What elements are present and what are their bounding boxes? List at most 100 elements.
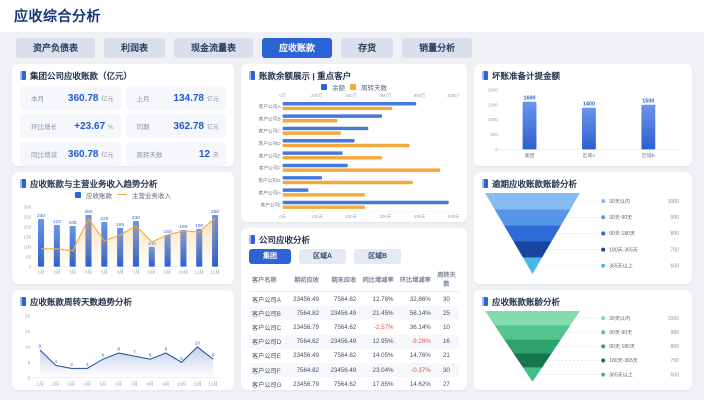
table-header-row: 客户名称期初应收期末应收同比增减率环比增减率周转天数 [249, 267, 459, 292]
panel-marker-icon [20, 71, 26, 80]
svg-text:600: 600 [671, 372, 680, 378]
svg-text:400万: 400万 [345, 93, 357, 99]
svg-text:6: 6 [212, 353, 215, 359]
svg-text:30天以内: 30天以内 [609, 198, 630, 205]
svg-text:客户公司C: 客户公司C [259, 128, 282, 135]
report-tab-资产负债表[interactable]: 资产负债表 [16, 38, 95, 58]
kpi-value: 360.78 [68, 93, 99, 104]
svg-text:12月: 12月 [208, 381, 217, 387]
trend-panel: 应收账款与主营业务收入趋势分析 应收账款 主营业务收入 050100150200… [12, 172, 234, 284]
right-column: 坏账准备计提金额 05001000150020001600集团1400区域A15… [474, 64, 692, 390]
svg-text:700: 700 [671, 247, 680, 253]
svg-text:4月: 4月 [85, 270, 92, 276]
column-header: 期末应收 [322, 267, 359, 292]
balance-series-label: 余额 [332, 82, 345, 92]
kpi-label: 同期 [133, 121, 150, 131]
kpi-panel-title: 集团公司应收账款（亿元） [20, 70, 226, 81]
svg-text:2月: 2月 [52, 381, 59, 387]
line-series-swatch [117, 194, 127, 195]
panel-grid: 集团公司应收账款（亿元） 本月360.78亿元上月134.78亿元环比增长+23… [12, 64, 692, 390]
svg-text:240: 240 [37, 213, 45, 219]
svg-text:195: 195 [116, 222, 124, 228]
svg-text:客户公司D: 客户公司D [259, 140, 282, 147]
table-cell: 7564.62 [322, 377, 359, 390]
table-cell: 14.62% [397, 377, 434, 390]
customer-chart: 0万200万400万600万800万1000万0天100天200天300天400… [249, 91, 459, 219]
report-tab-应收账款[interactable]: 应收账款 [262, 38, 332, 58]
svg-text:90天-180天: 90天-180天 [609, 344, 635, 350]
table-cell: 23456.49 [322, 306, 359, 320]
report-tab-销量分析[interactable]: 销量分析 [402, 38, 472, 58]
table-row: 客户公司F7564.8223456.4923.04%-0.37%30 [249, 363, 459, 377]
svg-text:6: 6 [149, 353, 152, 359]
table-tab-区域A[interactable]: 区域A [299, 249, 346, 264]
report-tab-利润表[interactable]: 利润表 [104, 38, 165, 58]
svg-text:1500: 1500 [642, 98, 654, 104]
svg-text:210: 210 [53, 219, 61, 225]
svg-text:1600: 1600 [523, 95, 535, 101]
report-tab-存货[interactable]: 存货 [341, 38, 393, 58]
table-cell: 36.14% [397, 320, 434, 334]
svg-text:230: 230 [132, 215, 140, 221]
table-cell: 客户公司F [249, 363, 285, 377]
svg-text:150: 150 [24, 234, 32, 239]
table-tab-集团[interactable]: 集团 [249, 249, 291, 264]
bar-series-label: 应收账款 [86, 190, 112, 200]
table-cell: 23456.49 [322, 335, 359, 349]
table-cell: -0.37% [397, 363, 434, 377]
table-cell: 56.14% [397, 306, 434, 320]
panel-marker-icon [482, 179, 488, 188]
table-row: 客户公司C23456.797564.62-2.57%36.14%10 [249, 320, 459, 334]
svg-text:50: 50 [26, 254, 32, 259]
table-cell: 7564.62 [285, 335, 322, 349]
aging-title: 应收账款账龄分析 [482, 296, 684, 307]
bar-series-swatch [75, 192, 81, 198]
customer-legend: 余额 周转天数 [249, 82, 459, 91]
column-header: 周转天数 [434, 267, 459, 292]
svg-text:800: 800 [671, 231, 680, 237]
customer-panel: 账款余额展示 | 重点客户 余额 周转天数 0万200万400万600万800万… [241, 64, 467, 222]
svg-text:500天: 500天 [448, 214, 459, 220]
aging-funnel: 30天以内100030天-90天90090天-180天800180天-365天7… [482, 307, 684, 386]
kpi-label: 周转天数 [133, 149, 163, 159]
svg-text:700: 700 [671, 358, 680, 364]
svg-text:1月: 1月 [38, 270, 45, 276]
kpi-unit: 亿元 [207, 94, 219, 103]
kpi-tile: 同比增减360.78亿元 [20, 142, 121, 166]
svg-text:0: 0 [495, 147, 498, 152]
svg-text:7月: 7月 [131, 381, 138, 387]
svg-text:6月: 6月 [115, 381, 122, 387]
table-cell: 21.45% [359, 306, 396, 320]
kpi-label: 上月 [133, 93, 150, 103]
svg-text:区域A: 区域A [583, 152, 597, 159]
table-cell: 客户公司A [249, 292, 285, 307]
overdue-aging-panel: 逾期应收账款账龄分析 30天以内100030天-90天90090天-180天80… [474, 172, 692, 284]
panel-marker-icon [20, 179, 26, 188]
table-cell: 客户公司B [249, 306, 285, 320]
customer-panel-title: 账款余额展示 | 重点客户 [249, 70, 459, 81]
svg-text:1000: 1000 [668, 316, 679, 322]
table-cell: 7564.62 [322, 320, 359, 334]
aging-title-text: 应收账款账龄分析 [492, 296, 560, 308]
table-cell: 30 [434, 292, 459, 307]
table-tab-区域B[interactable]: 区域B [354, 249, 401, 264]
svg-text:200: 200 [24, 225, 32, 230]
table-cell: 23456.79 [285, 320, 322, 334]
svg-text:800万: 800万 [414, 93, 426, 99]
svg-text:7月: 7月 [133, 270, 140, 276]
kpi-tile: 环比增长+23.67% [20, 114, 121, 138]
svg-text:3: 3 [70, 362, 73, 368]
overdue-aging-title-text: 逾期应收账款账龄分析 [492, 178, 577, 190]
trend-chart: 0501001502002503002402102052602251952301… [20, 199, 226, 276]
table-cell: 17.85% [359, 377, 396, 390]
kpi-unit: 亿元 [101, 150, 113, 159]
svg-text:225: 225 [100, 216, 108, 222]
table-cell: 7564.82 [285, 306, 322, 320]
svg-text:1500: 1500 [488, 102, 498, 107]
report-tab-现金流量表[interactable]: 现金流量表 [174, 38, 253, 58]
svg-text:10: 10 [25, 345, 31, 350]
svg-text:3: 3 [86, 362, 89, 368]
kpi-value: 134.78 [173, 93, 204, 104]
kpi-label: 环比增长 [27, 121, 57, 131]
kpi-value: 360.78 [68, 149, 99, 160]
